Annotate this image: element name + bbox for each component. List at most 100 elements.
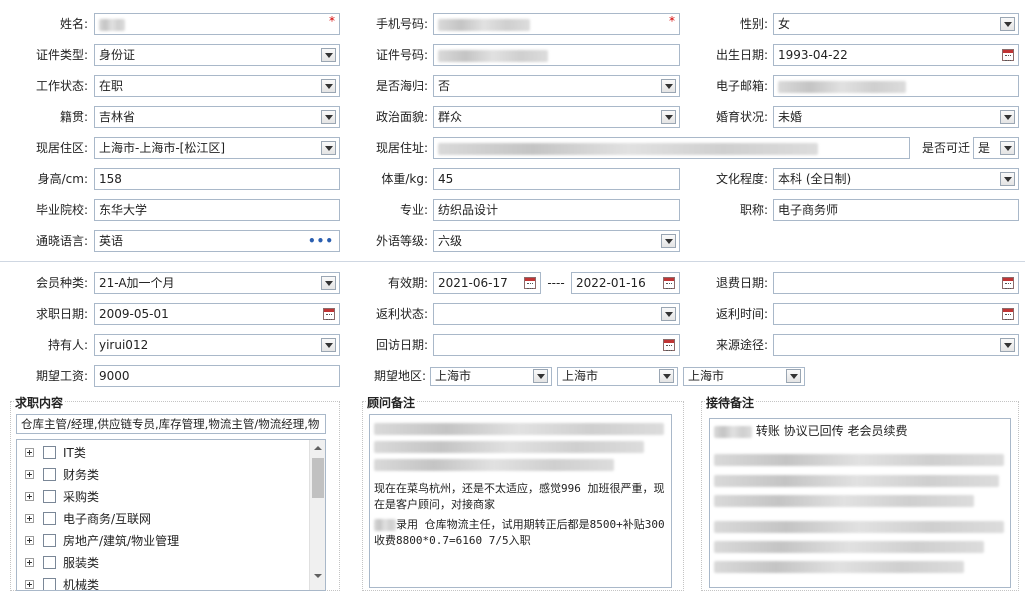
- chevron-down-icon[interactable]: [321, 141, 336, 155]
- chevron-down-icon[interactable]: [1000, 110, 1015, 124]
- chevron-down-icon[interactable]: [321, 276, 336, 290]
- chevron-down-icon[interactable]: [1000, 141, 1015, 155]
- job-title-field[interactable]: 电子商务师: [773, 199, 1019, 221]
- plus-square-icon[interactable]: [25, 470, 34, 479]
- member-type-select[interactable]: 21-A加一个月: [94, 272, 340, 294]
- refund-date-field[interactable]: [773, 272, 1019, 294]
- tree-item-label: IT类: [63, 446, 86, 460]
- weight-field[interactable]: 45: [433, 168, 680, 190]
- chevron-down-icon[interactable]: [321, 79, 336, 93]
- valid-to-field[interactable]: 2022-01-16: [571, 272, 680, 294]
- birth-date-field[interactable]: 1993-04-22: [773, 44, 1019, 66]
- chevron-down-icon[interactable]: [1000, 172, 1015, 186]
- education-select[interactable]: 本科 (全日制): [773, 168, 1019, 190]
- section-divider: [0, 261, 1025, 262]
- salary-field[interactable]: 9000: [94, 365, 340, 387]
- tree-item[interactable]: 财务类: [25, 464, 305, 486]
- chevron-down-icon[interactable]: [661, 110, 676, 124]
- work-status-select[interactable]: 在职: [94, 75, 340, 97]
- residence-region-select[interactable]: 上海市-上海市-[松江区]: [94, 137, 340, 159]
- plus-square-icon[interactable]: [25, 448, 34, 457]
- calendar-icon[interactable]: [524, 277, 536, 289]
- calendar-icon[interactable]: [1002, 308, 1014, 320]
- tree-item[interactable]: 采购类: [25, 486, 305, 508]
- name-field[interactable]: [94, 13, 340, 35]
- plus-square-icon[interactable]: [25, 558, 34, 567]
- tree-item-label: 服装类: [63, 556, 100, 570]
- id-number-field[interactable]: [433, 44, 680, 66]
- source-select[interactable]: [773, 334, 1019, 356]
- political-select[interactable]: 群众: [433, 106, 680, 128]
- rebate-status-select[interactable]: [433, 303, 680, 325]
- checkbox-icon[interactable]: [43, 446, 56, 459]
- tree-item[interactable]: 电子商务/互联网: [25, 508, 305, 530]
- chevron-down-icon[interactable]: [1000, 17, 1015, 31]
- calendar-icon[interactable]: [1002, 277, 1014, 289]
- checkbox-icon[interactable]: [43, 512, 56, 525]
- returnee-select[interactable]: 否: [433, 75, 680, 97]
- chevron-down-icon[interactable]: [321, 338, 336, 352]
- area-city-select[interactable]: 上海市: [557, 367, 678, 386]
- chevron-down-icon[interactable]: [1000, 338, 1015, 352]
- redacted-value: [438, 49, 548, 62]
- native-place-select[interactable]: 吉林省: [94, 106, 340, 128]
- tree-item[interactable]: 机械类: [25, 574, 305, 590]
- chevron-down-icon[interactable]: [786, 369, 801, 383]
- checkbox-icon[interactable]: [43, 468, 56, 481]
- plus-square-icon[interactable]: [25, 580, 34, 589]
- rebate-time-field[interactable]: [773, 303, 1019, 325]
- scroll-down-icon[interactable]: [310, 568, 325, 584]
- plus-square-icon[interactable]: [25, 492, 34, 501]
- holder-select[interactable]: yirui012: [94, 334, 340, 356]
- phone-field[interactable]: [433, 13, 680, 35]
- chevron-down-icon[interactable]: [659, 369, 674, 383]
- calendar-icon[interactable]: [663, 339, 675, 351]
- gender-select[interactable]: 女: [773, 13, 1019, 35]
- calendar-icon[interactable]: [323, 308, 335, 320]
- checkbox-icon[interactable]: [43, 556, 56, 569]
- job-content-summary-field[interactable]: 仓库主管/经理,供应链专员,库存管理,物流主管/物流经理,物: [16, 414, 326, 434]
- redacted-block: [374, 419, 667, 477]
- scroll-thumb[interactable]: [312, 458, 324, 498]
- chevron-down-icon[interactable]: [661, 234, 676, 248]
- email-field[interactable]: [773, 75, 1019, 97]
- tree-scrollbar[interactable]: [309, 440, 325, 590]
- chevron-down-icon[interactable]: [661, 307, 676, 321]
- redacted-value: [714, 521, 1004, 533]
- area-district-select[interactable]: 上海市: [683, 367, 805, 386]
- job-date-field[interactable]: 2009-05-01: [94, 303, 340, 325]
- ellipsis-icon[interactable]: •••: [308, 235, 334, 247]
- calendar-icon[interactable]: [1002, 49, 1014, 61]
- chevron-down-icon[interactable]: [661, 79, 676, 93]
- gender-label: 性别:: [739, 17, 768, 31]
- chevron-down-icon[interactable]: [321, 48, 336, 62]
- plus-square-icon[interactable]: [25, 514, 34, 523]
- tree-item[interactable]: IT类: [25, 442, 305, 464]
- tree-item-label: 财务类: [63, 468, 100, 482]
- tree-item[interactable]: 服装类: [25, 552, 305, 574]
- id-type-select[interactable]: 身份证: [94, 44, 340, 66]
- relocate-select[interactable]: 是: [973, 137, 1019, 159]
- reception-note-textarea[interactable]: 转账 协议已回传 老会员续费: [709, 418, 1011, 588]
- school-field[interactable]: 东华大学: [94, 199, 340, 221]
- checkbox-icon[interactable]: [43, 490, 56, 503]
- chevron-down-icon[interactable]: [533, 369, 548, 383]
- area-province-select[interactable]: 上海市: [430, 367, 552, 386]
- major-field[interactable]: 纺织品设计: [433, 199, 680, 221]
- plus-square-icon[interactable]: [25, 536, 34, 545]
- language-level-select[interactable]: 六级: [433, 230, 680, 252]
- marital-select[interactable]: 未婚: [773, 106, 1019, 128]
- language-field[interactable]: 英语 •••: [94, 230, 340, 252]
- consultant-note-textarea[interactable]: 现在在菜鸟杭州，还是不太适应，感觉996 加班很严重，现在是客户顾问，对接商家 …: [369, 414, 672, 588]
- address-field[interactable]: [433, 137, 910, 159]
- calendar-icon[interactable]: [663, 277, 675, 289]
- valid-from-field[interactable]: 2021-06-17: [433, 272, 541, 294]
- scroll-up-icon[interactable]: [310, 440, 325, 456]
- tree-item[interactable]: 房地产/建筑/物业管理: [25, 530, 305, 552]
- checkbox-icon[interactable]: [43, 578, 56, 590]
- height-field[interactable]: 158: [94, 168, 340, 190]
- visit-date-field[interactable]: [433, 334, 680, 356]
- address-label: 现居住址:: [375, 141, 428, 155]
- checkbox-icon[interactable]: [43, 534, 56, 547]
- chevron-down-icon[interactable]: [321, 110, 336, 124]
